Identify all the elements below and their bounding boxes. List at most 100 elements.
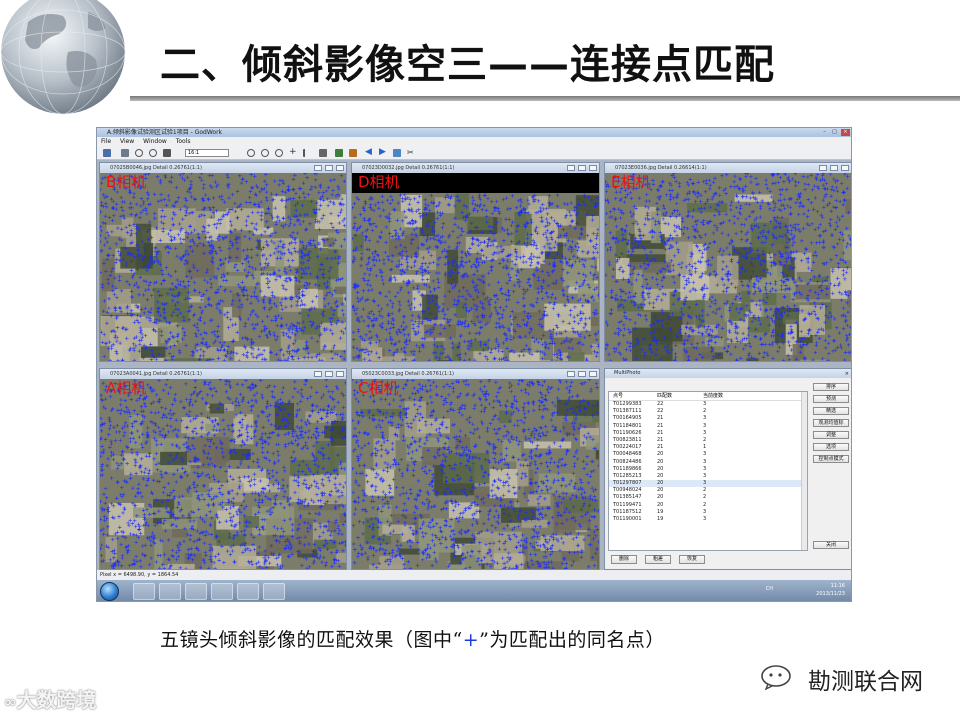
title-divider — [130, 96, 960, 101]
minimize-icon[interactable] — [567, 165, 575, 171]
close-icon[interactable]: × — [845, 371, 849, 377]
image-window-e[interactable]: 07023E0036.jpg Detail 0.26614(1:1) E相机 — [604, 162, 851, 362]
grid-icon[interactable] — [121, 149, 129, 157]
table-header: 点号 匹配数 当前度数 — [609, 392, 807, 401]
table-row[interactable]: T00164905 21 3 — [609, 415, 807, 422]
close-icon[interactable] — [589, 165, 597, 171]
adjust-button[interactable]: 调整 — [813, 431, 849, 439]
table-row[interactable]: T01187512 19 3 — [609, 509, 807, 516]
menu-window[interactable]: Window — [143, 138, 167, 145]
list-icon[interactable] — [319, 149, 327, 157]
mean-button[interactable]: 观测均值标 — [813, 419, 849, 427]
points-icon[interactable] — [335, 149, 343, 157]
table-row[interactable]: T01285213 20 3 — [609, 473, 807, 480]
table-row[interactable]: T00224017 21 1 — [609, 444, 807, 451]
minimize-icon[interactable] — [819, 165, 827, 171]
sort-button[interactable]: 排序 — [813, 383, 849, 391]
table-row[interactable]: T01184801 21 3 — [609, 423, 807, 430]
table-row[interactable]: T01189866 20 3 — [609, 466, 807, 473]
table-row[interactable]: T01299383 22 3 — [609, 401, 807, 408]
restore-button[interactable]: 恢复 — [679, 555, 705, 564]
menu-file[interactable]: File — [101, 138, 111, 145]
taskbar-folder-icon[interactable] — [159, 583, 181, 600]
crosshair-icon[interactable]: + — [289, 148, 297, 157]
minimize-icon[interactable] — [567, 371, 575, 377]
aerial-image-b[interactable] — [100, 173, 346, 361]
taskbar-ie-icon[interactable] — [133, 583, 155, 600]
table-row[interactable]: T01199471 20 2 — [609, 502, 807, 509]
close-button[interactable]: 关闭 — [813, 541, 849, 549]
arrow-right-icon[interactable]: ▶ — [379, 148, 387, 157]
fit-icon[interactable] — [163, 149, 171, 157]
maximize-icon[interactable] — [578, 371, 586, 377]
table-cell: 22 — [657, 408, 664, 415]
zoom-window-icon[interactable] — [247, 149, 255, 157]
options-button[interactable]: 选项 — [813, 443, 849, 451]
close-icon[interactable] — [336, 165, 344, 171]
table-cell: T00164905 — [613, 415, 642, 422]
refine-button[interactable]: 精选 — [813, 407, 849, 415]
tool-icon[interactable]: ✂ — [407, 149, 415, 157]
link-icon[interactable] — [393, 149, 401, 157]
maximize-icon[interactable]: □ — [830, 129, 839, 136]
save-icon[interactable] — [103, 149, 111, 157]
aerial-image-a[interactable] — [100, 379, 346, 569]
column-header[interactable]: 当前度数 — [703, 392, 723, 401]
image-window-b[interactable]: 07025B0046.jpg Detail 0.26761(1:1) B相机 — [99, 162, 347, 362]
arrow-left-icon[interactable]: ◀ — [365, 148, 373, 157]
language-indicator[interactable]: CH — [766, 585, 773, 593]
zoom-out-icon[interactable] — [149, 149, 157, 157]
zoom-prev-icon[interactable] — [261, 149, 269, 157]
taskbar-app-icon[interactable] — [211, 583, 233, 600]
undo-icon[interactable] — [303, 149, 311, 157]
close-icon[interactable]: × — [841, 129, 850, 136]
table-cell: 21 — [657, 436, 664, 443]
blunder-button[interactable]: 粗差 — [645, 555, 671, 564]
maximize-icon[interactable] — [578, 165, 586, 171]
zoom-select[interactable]: 16:1 — [185, 149, 229, 157]
maximize-icon[interactable] — [325, 371, 333, 377]
minimize-icon[interactable] — [314, 371, 322, 377]
taskbar-app3-icon[interactable] — [263, 583, 285, 600]
minimize-icon[interactable]: – — [820, 129, 829, 136]
app-screenshot: A.倾斜影像试验测区试验1项目 - GodWork – □ × File Vie… — [96, 127, 852, 602]
column-header[interactable]: 匹配数 — [657, 392, 672, 401]
aerial-image-c[interactable] — [352, 379, 599, 569]
edit-icon[interactable] — [349, 149, 357, 157]
close-icon[interactable] — [841, 165, 849, 171]
menu-view[interactable]: View — [120, 138, 134, 145]
close-icon[interactable] — [589, 371, 597, 377]
system-tray[interactable]: CH 11:16 2013/11/23 — [766, 582, 845, 598]
maximize-icon[interactable] — [830, 165, 838, 171]
delete-button[interactable]: 删除 — [611, 555, 637, 564]
aerial-image-d[interactable] — [352, 173, 599, 361]
control-point-mode-button[interactable]: 控制点模式 — [813, 455, 849, 463]
aerial-image-e[interactable] — [605, 173, 851, 361]
scrollbar[interactable] — [801, 392, 807, 550]
tiepoint-table[interactable]: 点号 匹配数 当前度数 T01299383 22 3 T01387111 22 2 T001… — [608, 391, 808, 551]
menu-tools[interactable]: Tools — [176, 138, 191, 145]
zoom-in-icon[interactable] — [135, 149, 143, 157]
image-window-d[interactable]: 07023D0032.jpg Detail 0.26761(1:1) D相机 — [351, 162, 600, 362]
image-window-a[interactable]: 07023A0041.jpg Detail 0.26761(1:1) A相机 — [99, 368, 347, 570]
table-row[interactable]: T00048468 20 3 — [609, 451, 807, 458]
taskbar-app2-icon[interactable] — [237, 583, 259, 600]
maximize-icon[interactable] — [325, 165, 333, 171]
table-row[interactable]: T01297807 20 3 — [609, 480, 807, 488]
close-icon[interactable] — [336, 371, 344, 377]
table-row[interactable]: T01387111 22 2 — [609, 408, 807, 415]
table-row[interactable]: T00824486 20 3 — [609, 459, 807, 466]
image-window-c[interactable]: 05023C0033.jpg Detail 0.26761(1:1) C相机 — [351, 368, 600, 570]
column-header[interactable]: 点号 — [613, 392, 623, 401]
table-row[interactable]: T01385147 20 2 — [609, 494, 807, 501]
predict-button[interactable]: 预测 — [813, 395, 849, 403]
multiphoto-dialog[interactable]: MultiPhoto × 点号 匹配数 当前度数 T01299383 22 3 T013… — [604, 368, 851, 570]
table-row[interactable]: T01190001 19 3 — [609, 516, 807, 523]
zoom-next-icon[interactable] — [275, 149, 283, 157]
start-button[interactable] — [100, 582, 119, 601]
minimize-icon[interactable] — [314, 165, 322, 171]
table-row[interactable]: T00823811 21 2 — [609, 437, 807, 444]
table-row[interactable]: T01190626 21 3 — [609, 430, 807, 437]
table-row[interactable]: T00948024 20 2 — [609, 487, 807, 494]
taskbar-cmd-icon[interactable] — [185, 583, 207, 600]
